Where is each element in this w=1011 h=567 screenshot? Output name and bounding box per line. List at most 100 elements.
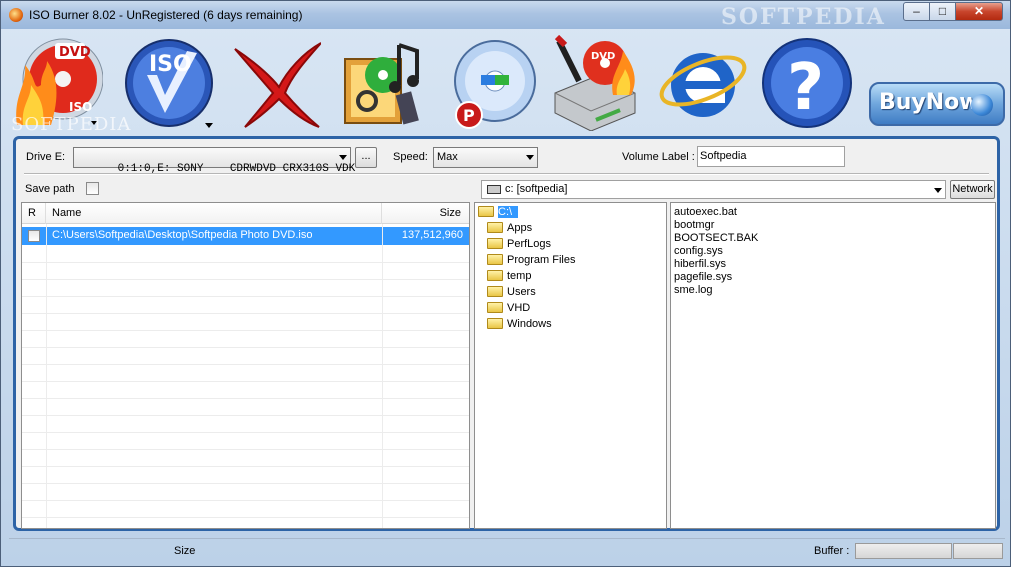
volume-label-input[interactable]: Softpedia	[697, 146, 845, 167]
file-browser-list[interactable]: autoexec.bat bootmgr BOOTSECT.BAK config…	[670, 202, 996, 529]
speed-label: Speed:	[393, 151, 428, 163]
grid-line	[22, 330, 469, 331]
svg-text:P: P	[463, 106, 475, 125]
tree-item-label: VHD	[507, 302, 531, 314]
browse-button[interactable]: ...	[355, 147, 377, 168]
minimize-button[interactable]: –	[903, 2, 930, 21]
help-button[interactable]: ?	[761, 35, 853, 131]
column-r[interactable]: R	[22, 203, 46, 224]
folder-icon	[487, 222, 503, 233]
maximize-button[interactable]: □	[929, 2, 956, 21]
folder-icon	[487, 238, 503, 249]
browser-drive-select[interactable]: c: [softpedia]	[481, 180, 946, 199]
app-icon[interactable]	[9, 8, 23, 22]
divider	[24, 173, 989, 175]
drive-flame-icon: DVD	[554, 34, 636, 132]
list-item[interactable]: sme.log	[674, 284, 713, 297]
tree-root[interactable]: C:\	[478, 205, 519, 220]
list-item[interactable]: hiberfil.sys	[674, 258, 726, 271]
tree-item-label: Users	[507, 286, 536, 298]
row-checkbox[interactable]	[28, 230, 40, 242]
help-icon: ?	[762, 38, 852, 128]
tree-item-windows[interactable]: Windows	[487, 317, 552, 332]
status-bar: Size Buffer :	[9, 538, 1005, 560]
grid-line	[22, 449, 469, 450]
column-name[interactable]: Name	[46, 203, 382, 224]
iso-check-icon: ISO	[125, 39, 213, 128]
svg-text:ISO: ISO	[69, 100, 92, 114]
chevron-down-icon	[934, 188, 942, 193]
grid-line	[22, 466, 469, 467]
network-button[interactable]: Network	[950, 180, 995, 199]
table-row[interactable]: C:\Users\Softpedia\Desktop\Softpedia Pho…	[22, 227, 469, 245]
size-status: Size	[174, 545, 196, 557]
grid-line	[22, 364, 469, 365]
folder-icon	[487, 254, 503, 265]
speed-value: Max	[437, 151, 458, 163]
drive-select[interactable]: 0:1:0,E: SONY CDRWDVD CRX310S VDK	[73, 147, 355, 175]
grid-line	[22, 381, 469, 382]
svg-text:ISO: ISO	[149, 52, 192, 77]
grid-line	[22, 500, 469, 501]
list-item[interactable]: bootmgr	[674, 219, 714, 232]
file-list-header: R Name Size	[22, 203, 469, 224]
grid-line	[22, 483, 469, 484]
tree-item-label: PerfLogs	[507, 238, 552, 250]
folder-icon	[487, 286, 503, 297]
grid-line	[22, 517, 469, 518]
title-bar[interactable]: ISO Burner 8.02 - UnRegistered (6 days r…	[1, 1, 1010, 30]
tree-item-users[interactable]: Users	[487, 285, 536, 300]
buffer-label: Buffer :	[814, 545, 850, 557]
speed-select[interactable]: Max	[433, 147, 538, 168]
app-window: ISO Burner 8.02 - UnRegistered (6 days r…	[0, 0, 1011, 567]
grid-line	[22, 262, 469, 263]
folder-tree[interactable]: C:\ Apps PerfLogs Program Files temp Use…	[474, 202, 667, 529]
chevron-down-icon	[526, 155, 534, 160]
svg-text:DVD: DVD	[59, 45, 91, 60]
list-item[interactable]: pagefile.sys	[674, 271, 732, 284]
internet-button[interactable]	[657, 35, 749, 131]
drive-label: Drive E:	[26, 151, 66, 163]
volume-label: Volume Label :	[622, 151, 695, 163]
save-path-checkbox[interactable]	[86, 182, 99, 195]
close-button[interactable]: ✕	[955, 2, 1003, 21]
red-x-icon	[234, 42, 322, 128]
grid-line	[22, 415, 469, 416]
buffer-progress-bar	[855, 543, 952, 559]
tree-root-label: C:\	[498, 206, 519, 218]
media-button[interactable]	[337, 35, 429, 131]
hard-drive-icon	[487, 185, 501, 194]
media-folder-icon	[344, 43, 419, 125]
tree-item-program-files[interactable]: Program Files	[487, 253, 575, 268]
burn-drive-button[interactable]: DVD	[549, 34, 641, 132]
tree-item-vhd[interactable]: VHD	[487, 301, 530, 316]
ie-icon	[659, 53, 747, 117]
buffer-progress-bar-secondary	[953, 543, 1003, 559]
tree-item-perflogs[interactable]: PerfLogs	[487, 237, 551, 252]
folder-icon	[487, 302, 503, 313]
file-list[interactable]: R Name Size C:\Users\Softpedia\Desktop\S…	[21, 202, 470, 529]
watermark: SOFTPEDIA	[721, 4, 886, 30]
grid-line	[22, 432, 469, 433]
grid-line	[22, 313, 469, 314]
grid-line	[22, 398, 469, 399]
iso-button[interactable]: ISO	[123, 35, 215, 131]
row-name: C:\Users\Softpedia\Desktop\Softpedia Pho…	[52, 229, 313, 241]
tree-item-apps[interactable]: Apps	[487, 221, 532, 236]
list-item[interactable]: autoexec.bat	[674, 206, 737, 219]
svg-text:?: ?	[787, 51, 824, 125]
column-size[interactable]: Size	[382, 203, 469, 224]
chevron-down-icon	[339, 155, 347, 160]
list-item[interactable]: BOOTSECT.BAK	[674, 232, 758, 245]
svg-text:DVD: DVD	[591, 51, 615, 62]
buy-now-button[interactable]: BuyNow	[869, 82, 1005, 126]
toolbar: DVD ISO ISO P DVD ? BuyNow SOFTPEDIA	[9, 30, 1005, 136]
tree-item-label: Apps	[507, 222, 533, 234]
grid-line	[22, 347, 469, 348]
cancel-button[interactable]	[229, 35, 322, 131]
row-size: 137,512,960	[401, 229, 463, 241]
softpedia-watermark: SOFTPEDIA	[11, 114, 132, 135]
tree-item-temp[interactable]: temp	[487, 269, 531, 284]
disc-button[interactable]: P	[445, 35, 537, 131]
list-item[interactable]: config.sys	[674, 245, 723, 258]
